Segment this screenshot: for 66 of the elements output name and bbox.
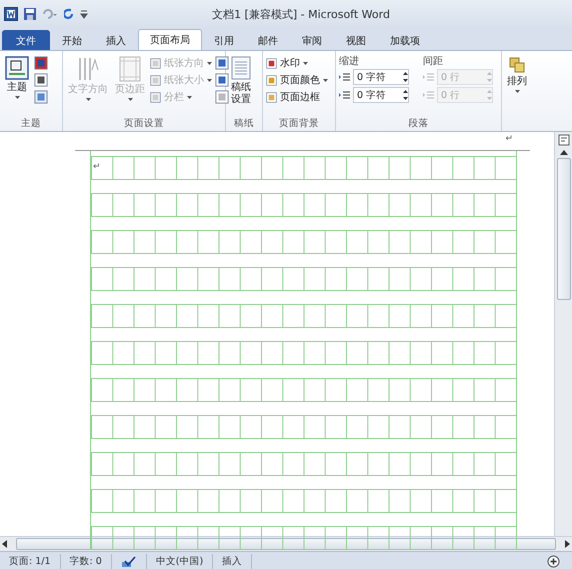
dropdown-icon — [128, 98, 132, 101]
spin-arrows-icon — [487, 72, 492, 82]
arrange-icon — [508, 56, 526, 74]
arrange-button[interactable]: 排列 — [505, 54, 529, 131]
dropdown-icon — [187, 96, 192, 98]
dropdown-icon — [514, 90, 520, 93]
themes-button[interactable]: 主题 — [3, 54, 31, 117]
group-label: 主题 — [20, 117, 42, 131]
dropdown-icon — [207, 62, 212, 64]
redo-icon[interactable] — [64, 8, 74, 20]
horizontal-scrollbar[interactable] — [0, 536, 572, 551]
dropdown-icon — [86, 98, 90, 101]
scroll-up-icon[interactable] — [558, 148, 568, 156]
dropdown-icon — [303, 62, 308, 64]
dropdown-icon — [14, 96, 20, 99]
dropdown-icon — [207, 78, 212, 82]
group-label: 页面背景 — [278, 117, 320, 131]
paragraph-mark: ↵ — [93, 162, 101, 172]
ribbon-button[interactable]: 页面边框 — [266, 90, 328, 104]
indent-icon — [339, 90, 350, 100]
scroll-thumb[interactable] — [16, 538, 556, 550]
paragraph-mark: ↵ — [505, 134, 513, 144]
ribbon-tab[interactable]: 审阅 — [290, 30, 334, 50]
document-icon — [231, 56, 251, 80]
window-title: 文档1 [兼容模式] - Microsoft Word — [211, 6, 391, 22]
save-icon[interactable] — [24, 8, 36, 20]
group-label: 页面设置 — [123, 117, 165, 131]
ribbon-tab[interactable]: 引用 — [202, 30, 246, 50]
scroll-right-icon[interactable] — [562, 539, 572, 549]
indent-icon — [339, 72, 350, 82]
status-item[interactable]: 字数: 0 — [60, 554, 112, 569]
scroll-thumb[interactable] — [556, 158, 570, 300]
status-item[interactable]: 中文(中国) — [146, 554, 214, 569]
section-label: 间距 — [423, 55, 444, 67]
spacing-icon — [423, 90, 434, 100]
section-label: 缩进 — [339, 54, 360, 67]
theme-icon — [5, 56, 29, 80]
ribbon-tab[interactable]: 加载项 — [378, 30, 432, 50]
manuscript-settings-button[interactable]: 稿纸设置 — [229, 54, 253, 117]
dropdown-icon — [323, 78, 328, 82]
spin-box[interactable]: 0 字符 — [353, 69, 409, 85]
group-label: 稿纸 — [233, 117, 255, 131]
spin-arrows-icon — [403, 72, 408, 82]
vertical-scrollbar[interactable] — [554, 132, 572, 536]
spin-arrows-icon — [487, 90, 492, 100]
ribbon-tab[interactable]: 邮件 — [246, 30, 290, 50]
customize-menu-icon[interactable] — [80, 9, 88, 19]
ribbon-tab[interactable]: 页面布局 — [138, 29, 202, 50]
spin-arrows-icon — [403, 90, 408, 100]
ruler-toggle-icon[interactable] — [558, 134, 570, 146]
group-label: 段落 — [408, 117, 430, 131]
zoom-in-icon[interactable] — [547, 555, 560, 568]
ribbon-button[interactable]: 水印 — [266, 56, 328, 70]
margins-icon — [118, 56, 142, 82]
proofing-icon[interactable] — [120, 556, 137, 568]
word-app-icon — [4, 7, 18, 21]
spin-box[interactable]: 0 字符 — [353, 87, 409, 103]
status-item[interactable]: 插入 — [213, 554, 252, 569]
ribbon-button[interactable]: 页面颜色 — [266, 73, 328, 87]
spacing-icon — [423, 72, 434, 82]
ribbon-tab[interactable]: 插入 — [94, 30, 138, 50]
ribbon-tab[interactable]: 视图 — [334, 30, 378, 50]
file-menu-tab[interactable]: 文件 — [2, 30, 50, 50]
scroll-left-icon[interactable] — [0, 539, 10, 549]
status-item[interactable]: 页面: 1/1 — [0, 554, 61, 569]
ribbon-tab[interactable]: 开始 — [50, 30, 94, 50]
